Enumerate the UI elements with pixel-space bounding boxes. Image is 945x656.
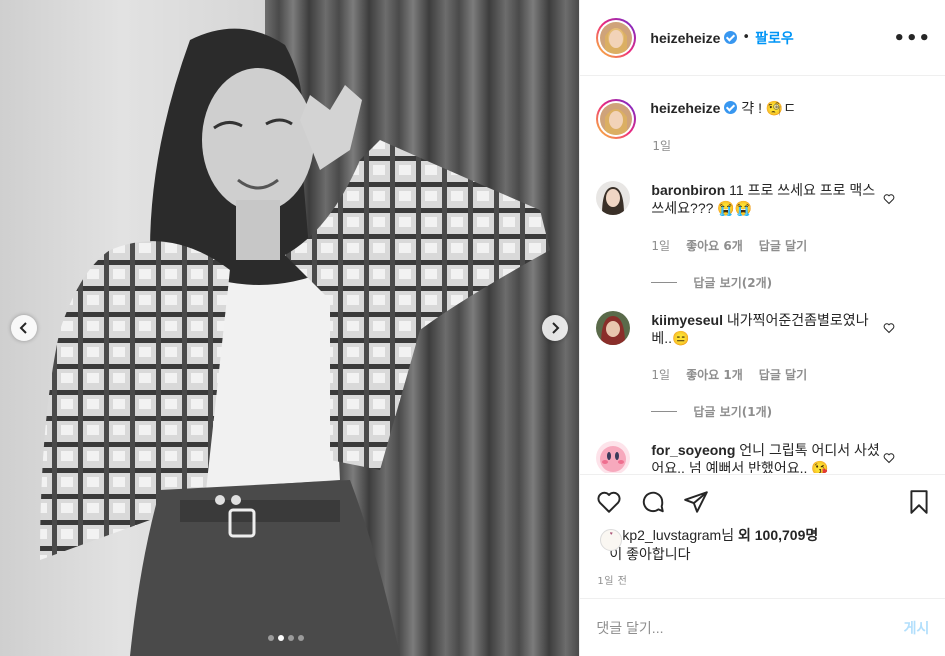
avatar-image: [600, 21, 633, 54]
post-header: heizeheize • 팔로우 •••: [580, 0, 945, 76]
like-comment-heart-icon[interactable]: [883, 193, 895, 205]
post-photo[interactable]: [0, 0, 580, 656]
commenter-avatar[interactable]: [596, 181, 631, 215]
carousel-dot: [298, 635, 304, 641]
comment-bubble-icon[interactable]: [640, 489, 666, 515]
reply-button[interactable]: 답글 달기: [759, 366, 807, 383]
comment-input[interactable]: 댓글 달기...: [596, 618, 903, 638]
avatar-image: [596, 181, 631, 215]
instagram-post: heizeheize • 팔로우 ••• heizeheize 갹 ! 🧐ㄷ 1…: [0, 0, 945, 656]
author-username[interactable]: heizeheize: [650, 30, 720, 46]
follow-button[interactable]: 팔로우: [755, 28, 794, 48]
comment-likes[interactable]: 좋아요 1개: [686, 366, 743, 383]
separator-dot: •: [742, 30, 751, 45]
caption-username[interactable]: heizeheize: [650, 100, 720, 116]
comment-username[interactable]: baronbiron: [651, 182, 725, 198]
comment-username[interactable]: for_soyeong: [651, 442, 735, 458]
caption-text: heizeheize 갹 ! 🧐ㄷ: [650, 99, 796, 139]
like-heart-icon[interactable]: [596, 489, 622, 515]
replies-line: [651, 282, 678, 283]
chevron-left-icon: [19, 322, 27, 334]
carousel-dot: [288, 635, 294, 641]
comment-composer: 댓글 달기... 게시: [580, 598, 945, 656]
comment-meta: 1일 좋아요 6개 답글 달기: [651, 237, 807, 254]
author-avatar[interactable]: [596, 17, 637, 58]
like-comment-heart-icon[interactable]: [883, 322, 895, 334]
like-comment-heart-icon[interactable]: [883, 452, 895, 464]
carousel-indicator: [268, 635, 304, 641]
likes-count[interactable]: 외 100,709명: [738, 527, 818, 543]
comment-text: kiimyeseul 내가찍어준건좀별로였나베..😑: [651, 311, 887, 347]
verified-badge-icon: [724, 101, 738, 114]
comment-meta: 1일 좋아요 1개 답글 달기: [651, 366, 807, 383]
caption-avatar[interactable]: [596, 99, 637, 139]
commenter-avatar[interactable]: [596, 441, 631, 473]
comment-time[interactable]: 1일: [651, 237, 670, 254]
avatar-image: [596, 311, 631, 345]
verified-badge-icon: [724, 31, 738, 44]
post-caption: heizeheize 갹 ! 🧐ㄷ 1일: [596, 99, 796, 153]
avatar-image: [596, 441, 631, 473]
more-options-icon[interactable]: •••: [893, 28, 931, 49]
likes-suffix: 님: [721, 527, 738, 543]
comment-time[interactable]: 1일: [651, 366, 670, 383]
comment-text: baronbiron 11 프로 쓰세요 프로 맥스 쓰세요??? 😭😭: [651, 181, 887, 217]
likes-line-1: kp2_luvstagram님 외 100,709명: [610, 526, 818, 545]
view-replies-button[interactable]: 답글 보기(1개): [651, 403, 772, 420]
next-image-button[interactable]: [542, 315, 568, 341]
caption-time[interactable]: 1일: [652, 137, 671, 154]
replies-line: [651, 411, 678, 412]
post-date[interactable]: 1일 전: [597, 572, 627, 587]
avatar-image: [600, 103, 633, 135]
liker-username[interactable]: kp2_luvstagram: [622, 527, 721, 543]
view-replies-label: 답글 보기(2개): [693, 276, 773, 290]
reply-button[interactable]: 답글 달기: [759, 237, 807, 254]
share-paper-plane-icon[interactable]: [683, 489, 709, 515]
carousel-dot: [268, 635, 274, 641]
caption-body: 갹 ! 🧐ㄷ: [737, 100, 797, 116]
comment-likes[interactable]: 좋아요 6개: [686, 237, 743, 254]
comments-list[interactable]: heizeheize 갹 ! 🧐ㄷ 1일 baronbiron 11 프로 쓰세…: [580, 77, 945, 473]
commenter-avatar[interactable]: [596, 311, 631, 345]
previous-image-button[interactable]: [11, 315, 37, 341]
likes-line-2: 이 좋아합니다: [609, 546, 691, 562]
post-side-panel: heizeheize • 팔로우 ••• heizeheize 갹 ! 🧐ㄷ 1…: [579, 0, 945, 656]
view-replies-button[interactable]: 답글 보기(2개): [651, 274, 772, 291]
comment-text: for_soyeong 언니 그립톡 어디서 사셨어요.. 넘 예뻐서 반했어요…: [651, 441, 887, 473]
carousel-dot-active: [278, 635, 284, 641]
comment-username[interactable]: kiimyeseul: [651, 312, 723, 328]
view-replies-label: 답글 보기(1개): [693, 405, 773, 419]
likes-summary: ♥ kp2_luvstagram님 외 100,709명 이 좋아합니다: [596, 526, 818, 564]
photo-subject: [40, 28, 550, 656]
post-comment-button[interactable]: 게시: [904, 618, 930, 638]
save-bookmark-icon[interactable]: [906, 489, 932, 515]
chevron-right-icon: [552, 322, 560, 334]
